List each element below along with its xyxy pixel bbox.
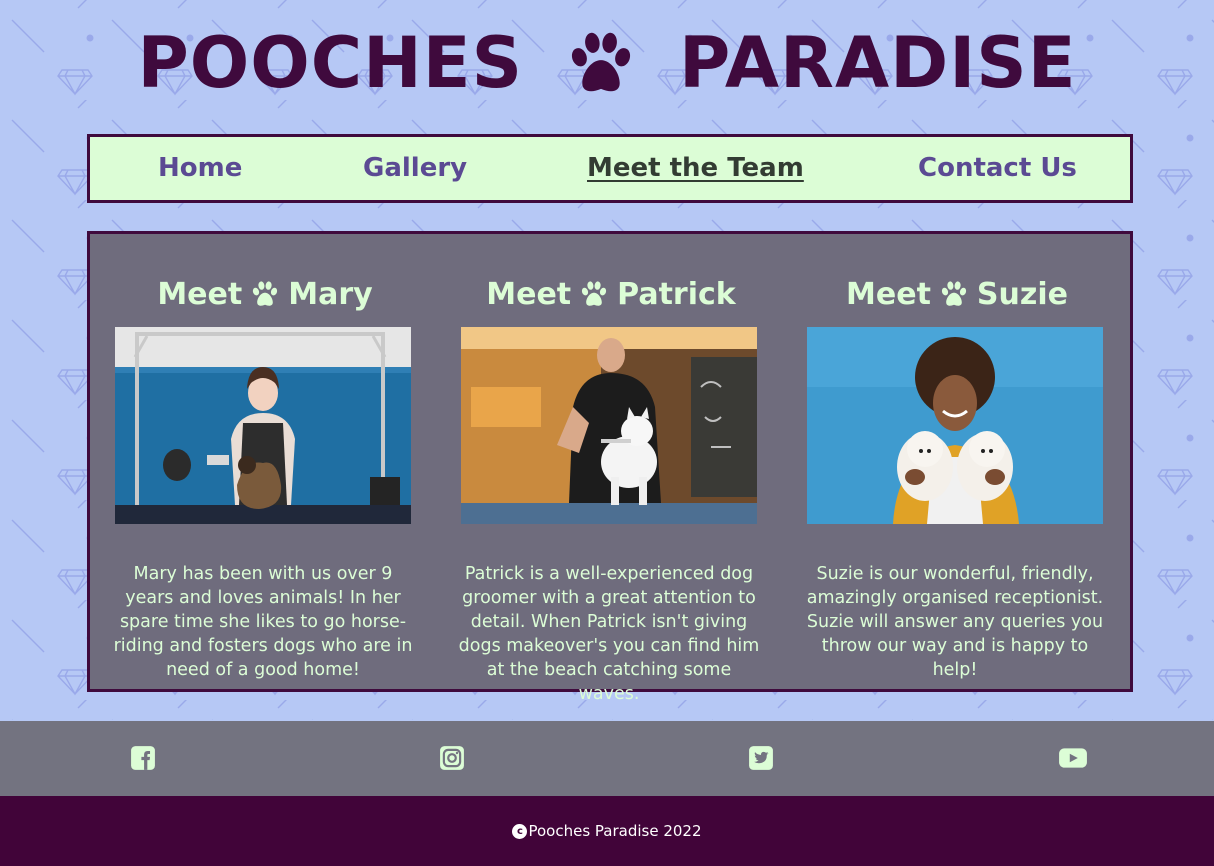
card-title-name: Suzie xyxy=(976,276,1068,312)
social-links xyxy=(0,721,1214,796)
nav-link-gallery[interactable]: Gallery xyxy=(363,137,467,200)
copyright-icon: c xyxy=(512,823,528,839)
copyright-text: Pooches Paradise 2022 xyxy=(528,822,702,840)
paw-icon xyxy=(565,27,637,99)
card-title-prefix: Meet xyxy=(486,276,572,312)
paw-icon xyxy=(939,279,969,309)
team-card-bio: Mary has been with us over 9 years and l… xyxy=(113,563,413,680)
site-title-right: PARADISE xyxy=(679,22,1077,104)
team-card-title: Meet Mary xyxy=(115,272,415,316)
twitter-icon[interactable] xyxy=(748,745,774,771)
team-section: Meet Mary Mary has been with us over 9 y… xyxy=(87,231,1133,704)
nav-link-meet-the-team[interactable]: Meet the Team xyxy=(587,137,804,200)
copyright: c Pooches Paradise 2022 xyxy=(512,822,702,840)
instagram-icon[interactable] xyxy=(439,745,465,771)
youtube-icon[interactable] xyxy=(1058,745,1088,771)
card-title-name: Patrick xyxy=(617,276,736,312)
team-card-bio: Suzie is our wonderful, friendly, amazin… xyxy=(806,563,1104,680)
nav-link-contact-us[interactable]: Contact Us xyxy=(918,137,1077,200)
team-photo-mary xyxy=(115,327,411,524)
team-card-title: Meet Suzie xyxy=(807,272,1107,316)
team-photo-patrick xyxy=(461,327,757,524)
team-photo-suzie xyxy=(807,327,1103,524)
team-card-bio: Patrick is a well-experienced dog groome… xyxy=(458,563,760,704)
nav-link-home[interactable]: Home xyxy=(158,137,242,200)
card-title-prefix: Meet xyxy=(846,276,931,312)
card-title-prefix: Meet xyxy=(157,276,243,312)
paw-icon xyxy=(250,279,280,309)
site-header: POOCHES PARADISE xyxy=(0,18,1214,108)
team-card-title: Meet Patrick xyxy=(461,272,761,316)
card-title-name: Mary xyxy=(288,276,373,312)
site-footer: c Pooches Paradise 2022 xyxy=(0,796,1214,866)
main-nav: Home Gallery Meet the Team Contact Us xyxy=(87,134,1133,203)
site-title-left: POOCHES xyxy=(137,22,523,104)
facebook-icon[interactable] xyxy=(130,745,156,771)
paw-icon xyxy=(579,279,609,309)
